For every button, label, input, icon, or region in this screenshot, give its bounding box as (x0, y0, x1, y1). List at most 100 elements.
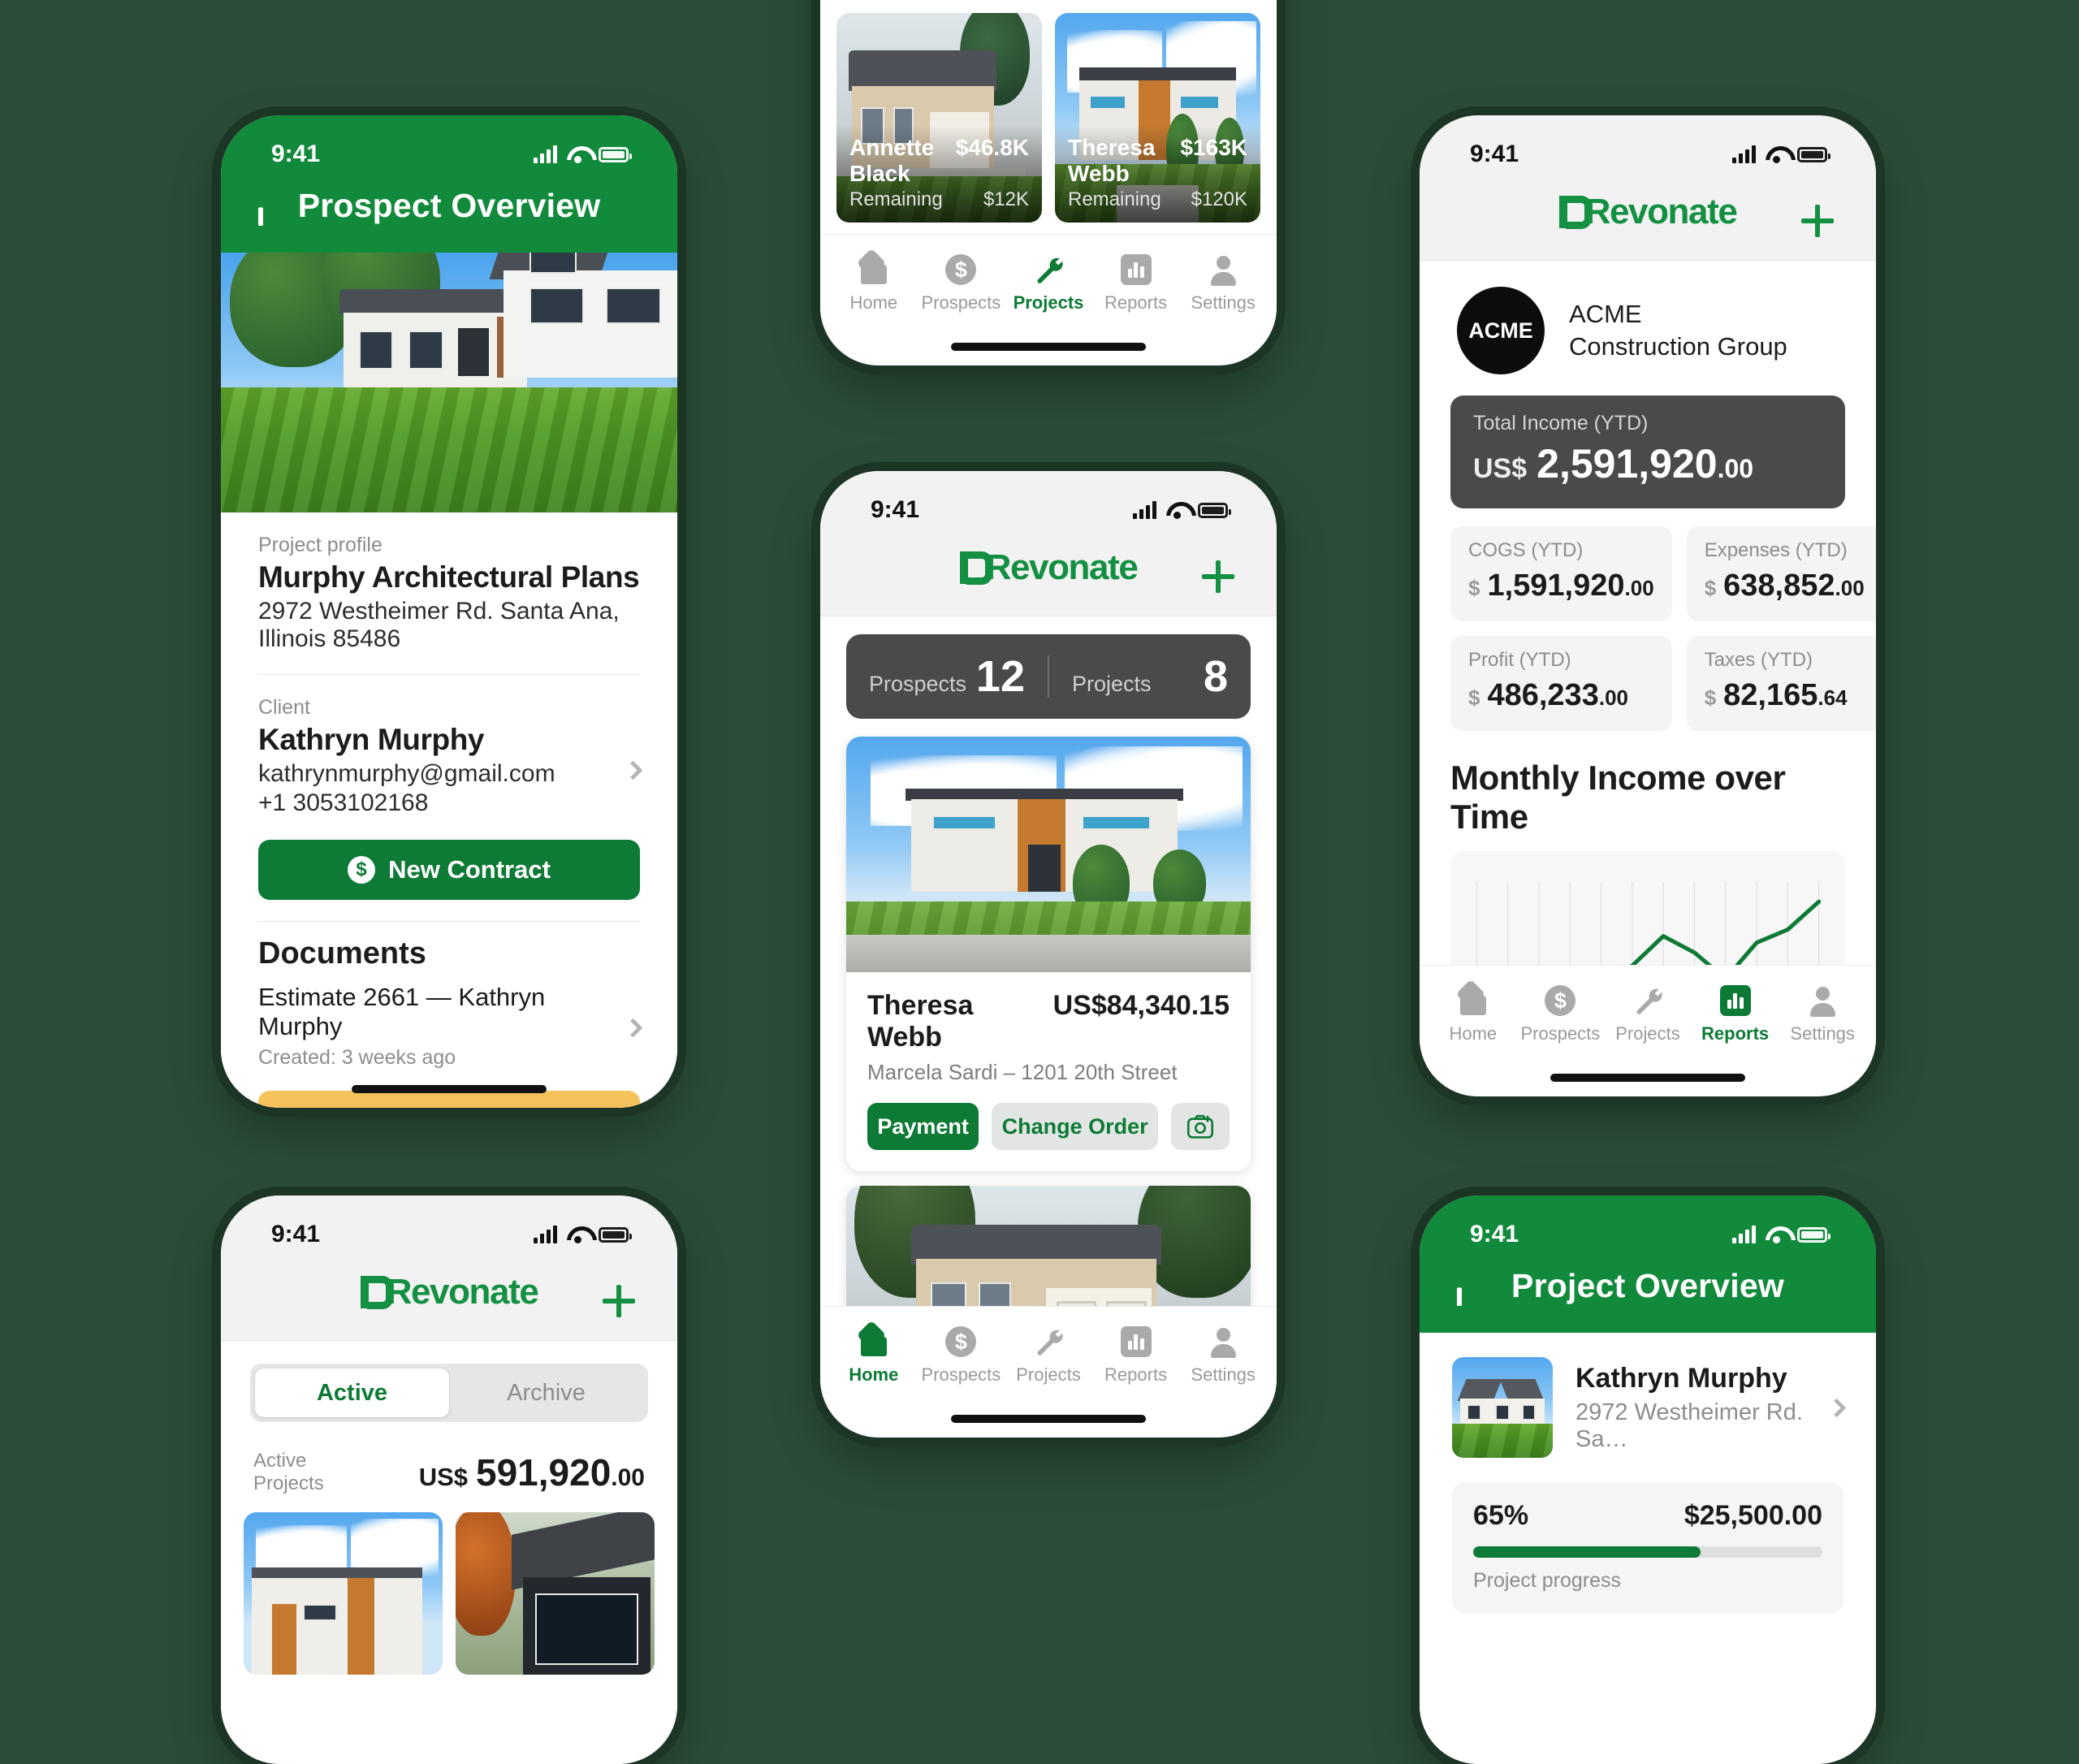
status-time: 9:41 (1470, 1221, 1519, 1247)
navbar: Revonate (820, 534, 1277, 616)
documents-title: Documents (258, 936, 426, 971)
home-icon (1458, 985, 1489, 1016)
tab-reports[interactable]: Reports (1094, 254, 1177, 313)
tab-reports[interactable]: Reports (1693, 985, 1776, 1044)
cellular-signal-icon (1732, 1226, 1756, 1243)
cellular-signal-icon (1732, 145, 1756, 163)
wifi-icon (567, 146, 589, 162)
tab-home[interactable]: Home (832, 1326, 915, 1386)
back-button[interactable] (1457, 1286, 1462, 1306)
change-order-button[interactable]: Change Order (992, 1103, 1159, 1150)
kpi-value: $ 638,852 .00 (1705, 569, 1865, 603)
tab-archive[interactable]: Archive (449, 1368, 643, 1417)
back-button[interactable] (258, 206, 263, 226)
tab-reports-label: Reports (1701, 1023, 1770, 1044)
user-icon (1208, 1326, 1238, 1358)
tab-prospects[interactable]: Prospects (919, 1326, 1002, 1386)
kpi-cents: .00 (1835, 576, 1865, 600)
tab-home[interactable]: Home (1432, 985, 1515, 1044)
project-photo (846, 1186, 1251, 1306)
kpi-grid: COGS (YTD) $ 1,591,920 .00 Expenses (YTD… (1450, 526, 1876, 731)
project-tile[interactable]: Annette Black $46.8K Remaining $12K (836, 13, 1042, 223)
projects-grid (221, 1512, 677, 1675)
wifi-icon (1766, 146, 1787, 162)
project-tile[interactable] (456, 1512, 655, 1675)
chart-title: Monthly Income over Time (1450, 759, 1786, 836)
tab-active[interactable]: Active (255, 1368, 449, 1417)
client-phone: +1 3053102168 (258, 789, 429, 816)
tab-projects[interactable]: Projects (1007, 254, 1090, 313)
chevron-left-icon (258, 206, 263, 226)
tab-settings[interactable]: Settings (1182, 254, 1264, 313)
app-logo: Revonate (1558, 192, 1738, 232)
kpi-value: $ 486,233 .00 (1468, 678, 1654, 713)
app-logo: Revonate (959, 547, 1139, 588)
summary-value: US$ 591,920 .00 (419, 1451, 645, 1494)
kpi-value: $ 82,165 .64 (1705, 678, 1865, 713)
tab-projects[interactable]: Projects (1606, 985, 1689, 1044)
summary-label-line2: Projects (253, 1472, 324, 1494)
camera-plus-button[interactable] (1171, 1103, 1230, 1150)
project-summary-row[interactable]: Kathryn Murphy 2972 Westheimer Rd. Sa… (1420, 1333, 1876, 1468)
summary-cents: .00 (611, 1464, 645, 1492)
client-row[interactable]: Kathryn Murphy kathrynmurphy@gmail.com +… (258, 723, 643, 817)
battery-icon (1797, 146, 1830, 162)
project-card[interactable]: Theresa Webb US$84,340.15 Marcela Sardi … (846, 737, 1251, 1171)
avatar: ACME (1457, 287, 1545, 374)
tile-remaining: $12K (983, 188, 1029, 210)
tab-settings[interactable]: Settings (1182, 1326, 1264, 1386)
tab-projects[interactable]: Projects (1007, 1326, 1090, 1386)
stat-projects[interactable]: Projects 8 (1049, 651, 1251, 702)
organization-row[interactable]: ACME ACME Construction Group (1420, 261, 1876, 383)
tab-home-label: Home (849, 1364, 899, 1385)
user-icon (1807, 985, 1838, 1017)
tab-home[interactable]: Home (832, 254, 915, 313)
add-button[interactable] (1801, 205, 1834, 237)
card-amount: US$84,340.15 (1052, 990, 1230, 1021)
wrench-icon (1033, 1326, 1064, 1357)
wrench-icon (1632, 985, 1663, 1016)
chevron-right-icon (1826, 1397, 1847, 1418)
tile-name: Annette Black (849, 135, 935, 186)
add-document-button[interactable]: Add Document (258, 1091, 640, 1108)
content: Project profile Murphy Architectural Pla… (221, 253, 677, 1108)
payment-button[interactable]: Payment (867, 1103, 979, 1150)
chevron-right-icon (623, 759, 643, 780)
content: Active Archive Active Projects US$ 591,9… (221, 1341, 677, 1764)
battery-icon (1797, 1226, 1830, 1243)
tab-settings-label: Settings (1191, 292, 1256, 313)
tile-overlay: Annette Black $46.8K Remaining $12K (836, 125, 1042, 223)
stat-prospects[interactable]: Prospects 12 (846, 651, 1048, 702)
dollar-coin-icon: $ (348, 856, 376, 884)
project-card[interactable] (846, 1186, 1251, 1306)
user-icon (1208, 254, 1238, 286)
status-time: 9:41 (271, 141, 321, 167)
new-contract-button[interactable]: $ New Contract (258, 840, 640, 900)
tab-prospects[interactable]: Prospects (1519, 985, 1601, 1044)
add-button[interactable] (1202, 560, 1234, 593)
project-tile[interactable] (244, 1512, 443, 1675)
project-tile[interactable]: Theresa Webb $163K Remaining $120K (1055, 13, 1260, 223)
navbar: Revonate (1420, 179, 1876, 261)
add-button[interactable] (603, 1285, 635, 1317)
total-income-value: US$ 2,591,920 .00 (1473, 440, 1822, 487)
app-logo-text: Revonate (985, 547, 1139, 587)
kpi-taxes: Taxes (YTD) $ 82,165 .64 (1686, 636, 1876, 731)
summary-stats: Prospects 12 Projects 8 (846, 634, 1251, 719)
summary-currency: US$ (418, 1463, 468, 1492)
tile-remaining: $120K (1191, 188, 1247, 210)
tile-amount: $163K (1180, 135, 1247, 160)
tab-prospects-label: Prospects (1520, 1023, 1601, 1044)
stat-prospects-label: Prospects (869, 672, 967, 696)
tab-reports[interactable]: Reports (1094, 1326, 1177, 1386)
cellular-signal-icon (534, 145, 557, 163)
client-name: Kathryn Murphy (258, 723, 485, 756)
tab-settings[interactable]: Settings (1781, 985, 1864, 1044)
status-icons (1732, 1226, 1830, 1243)
tab-prospects[interactable]: Prospects (919, 254, 1002, 313)
progress-caption: Project progress (1473, 1569, 1622, 1592)
document-row[interactable]: Estimate 2661 — Kathryn Murphy Created: … (258, 983, 643, 1073)
status-icons (1133, 501, 1231, 519)
battery-icon (1198, 502, 1231, 518)
total-income-cents: .00 (1717, 454, 1754, 483)
